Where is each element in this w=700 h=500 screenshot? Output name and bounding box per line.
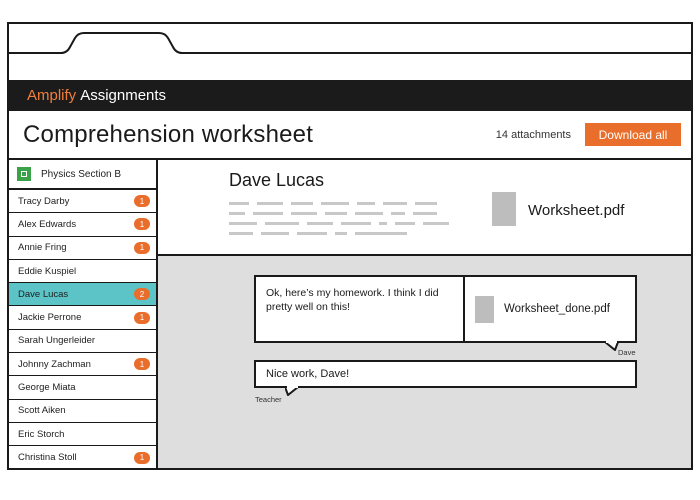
unread-count-badge: 1 bbox=[134, 218, 150, 231]
student-name-label: Eddie Kuspiel bbox=[18, 265, 77, 277]
sidebar-item-student[interactable]: Alex Edwards 1 bbox=[9, 213, 156, 237]
message-text: Ok, here’s my homework. I think I did pr… bbox=[256, 277, 465, 341]
app-name: Assignments bbox=[80, 87, 167, 104]
attachment-filename[interactable]: Worksheet.pdf bbox=[528, 202, 624, 219]
app-bar: Amplify Assignments bbox=[9, 80, 691, 111]
speech-tail-left-icon bbox=[285, 386, 299, 396]
sidebar-item-student[interactable]: Tracy Darby 1 bbox=[9, 190, 156, 214]
student-name-label: Scott Aiken bbox=[18, 405, 66, 417]
student-name-label: Alex Edwards bbox=[18, 218, 77, 230]
section-square-icon bbox=[17, 167, 31, 181]
sidebar-item-student[interactable]: Scott Aiken bbox=[9, 400, 156, 423]
sidebar-item-student[interactable]: Johnny Zachman 1 bbox=[9, 353, 156, 377]
student-name-label: Dave Lucas bbox=[18, 288, 69, 300]
message-author: Teacher bbox=[255, 395, 282, 404]
unread-count-badge: 1 bbox=[134, 241, 150, 254]
student-name-label: Sarah Ungerleider bbox=[18, 335, 96, 347]
sidebar-item-student[interactable]: Eddie Kuspiel bbox=[9, 260, 156, 284]
browser-chrome bbox=[9, 24, 691, 82]
message-attachment[interactable]: Worksheet_done.pdf bbox=[465, 277, 635, 341]
unread-count-badge: 1 bbox=[134, 451, 150, 464]
student-name-label: Annie Fring bbox=[18, 242, 67, 254]
message-author: Dave bbox=[618, 348, 636, 357]
student-name-label: Christina Stoll bbox=[18, 452, 77, 464]
page-title: Comprehension worksheet bbox=[23, 120, 314, 148]
message-bubble-student: Ok, here’s my homework. I think I did pr… bbox=[254, 275, 637, 343]
student-name-label: Johnny Zachman bbox=[18, 358, 91, 370]
sidebar-item-student[interactable]: George Miata bbox=[9, 376, 156, 400]
student-name-label: Tracy Darby bbox=[18, 195, 70, 207]
document-thumbnail-icon bbox=[475, 295, 494, 323]
sidebar-item-student[interactable]: Christina Stoll 1 bbox=[9, 446, 156, 468]
sidebar-item-student[interactable]: Dave Lucas 2 bbox=[9, 283, 156, 307]
student-name-label: Eric Storch bbox=[18, 428, 65, 440]
student-list: Tracy Darby 1 Alex Edwards 1 Annie Fring 1 Edd… bbox=[9, 190, 156, 468]
sidebar-item-student[interactable]: Jackie Perrone 1 bbox=[9, 306, 156, 330]
sidebar-item-student[interactable]: Annie Fring 1 bbox=[9, 237, 156, 260]
unread-count-badge: 1 bbox=[134, 358, 150, 371]
unread-count-badge: 1 bbox=[134, 195, 150, 208]
browser-tab-shape bbox=[9, 32, 691, 54]
speech-tail-right-icon bbox=[605, 341, 619, 351]
attachment-count: 14 attachments bbox=[495, 128, 571, 141]
student-name-label: George Miata bbox=[18, 382, 76, 394]
message-text: Nice work, Dave! bbox=[266, 368, 350, 380]
sidebar-item-student[interactable]: Sarah Ungerleider bbox=[9, 330, 156, 354]
section-label: Physics Section B bbox=[41, 168, 122, 180]
unread-count-badge: 2 bbox=[134, 288, 150, 301]
student-name-label: Jackie Perrone bbox=[18, 312, 82, 324]
unread-count-badge: 1 bbox=[134, 311, 150, 324]
sidebar-item-student[interactable]: Eric Storch bbox=[9, 423, 156, 447]
assignment-header: Comprehension worksheet 14 attachments D… bbox=[9, 111, 691, 160]
submission-text-placeholder bbox=[229, 202, 469, 242]
submission-detail: Dave Lucas Worksheet.pdf bbox=[158, 160, 691, 256]
student-name: Dave Lucas bbox=[229, 170, 325, 190]
document-thumbnail-icon[interactable] bbox=[492, 192, 516, 226]
student-sidebar: Physics Section B Tracy Darby 1 Alex Edwar… bbox=[9, 160, 158, 468]
app-window: Amplify Assignments Comprehension worksh… bbox=[7, 22, 693, 470]
section-selector[interactable]: Physics Section B bbox=[9, 160, 156, 190]
app-brand: Amplify bbox=[27, 87, 77, 104]
message-thread: Ok, here’s my homework. I think I did pr… bbox=[158, 256, 691, 468]
message-bubble-teacher: Nice work, Dave! bbox=[254, 360, 637, 388]
message-attachment-filename: Worksheet_done.pdf bbox=[504, 303, 610, 315]
download-all-button[interactable]: Download all bbox=[585, 123, 681, 146]
